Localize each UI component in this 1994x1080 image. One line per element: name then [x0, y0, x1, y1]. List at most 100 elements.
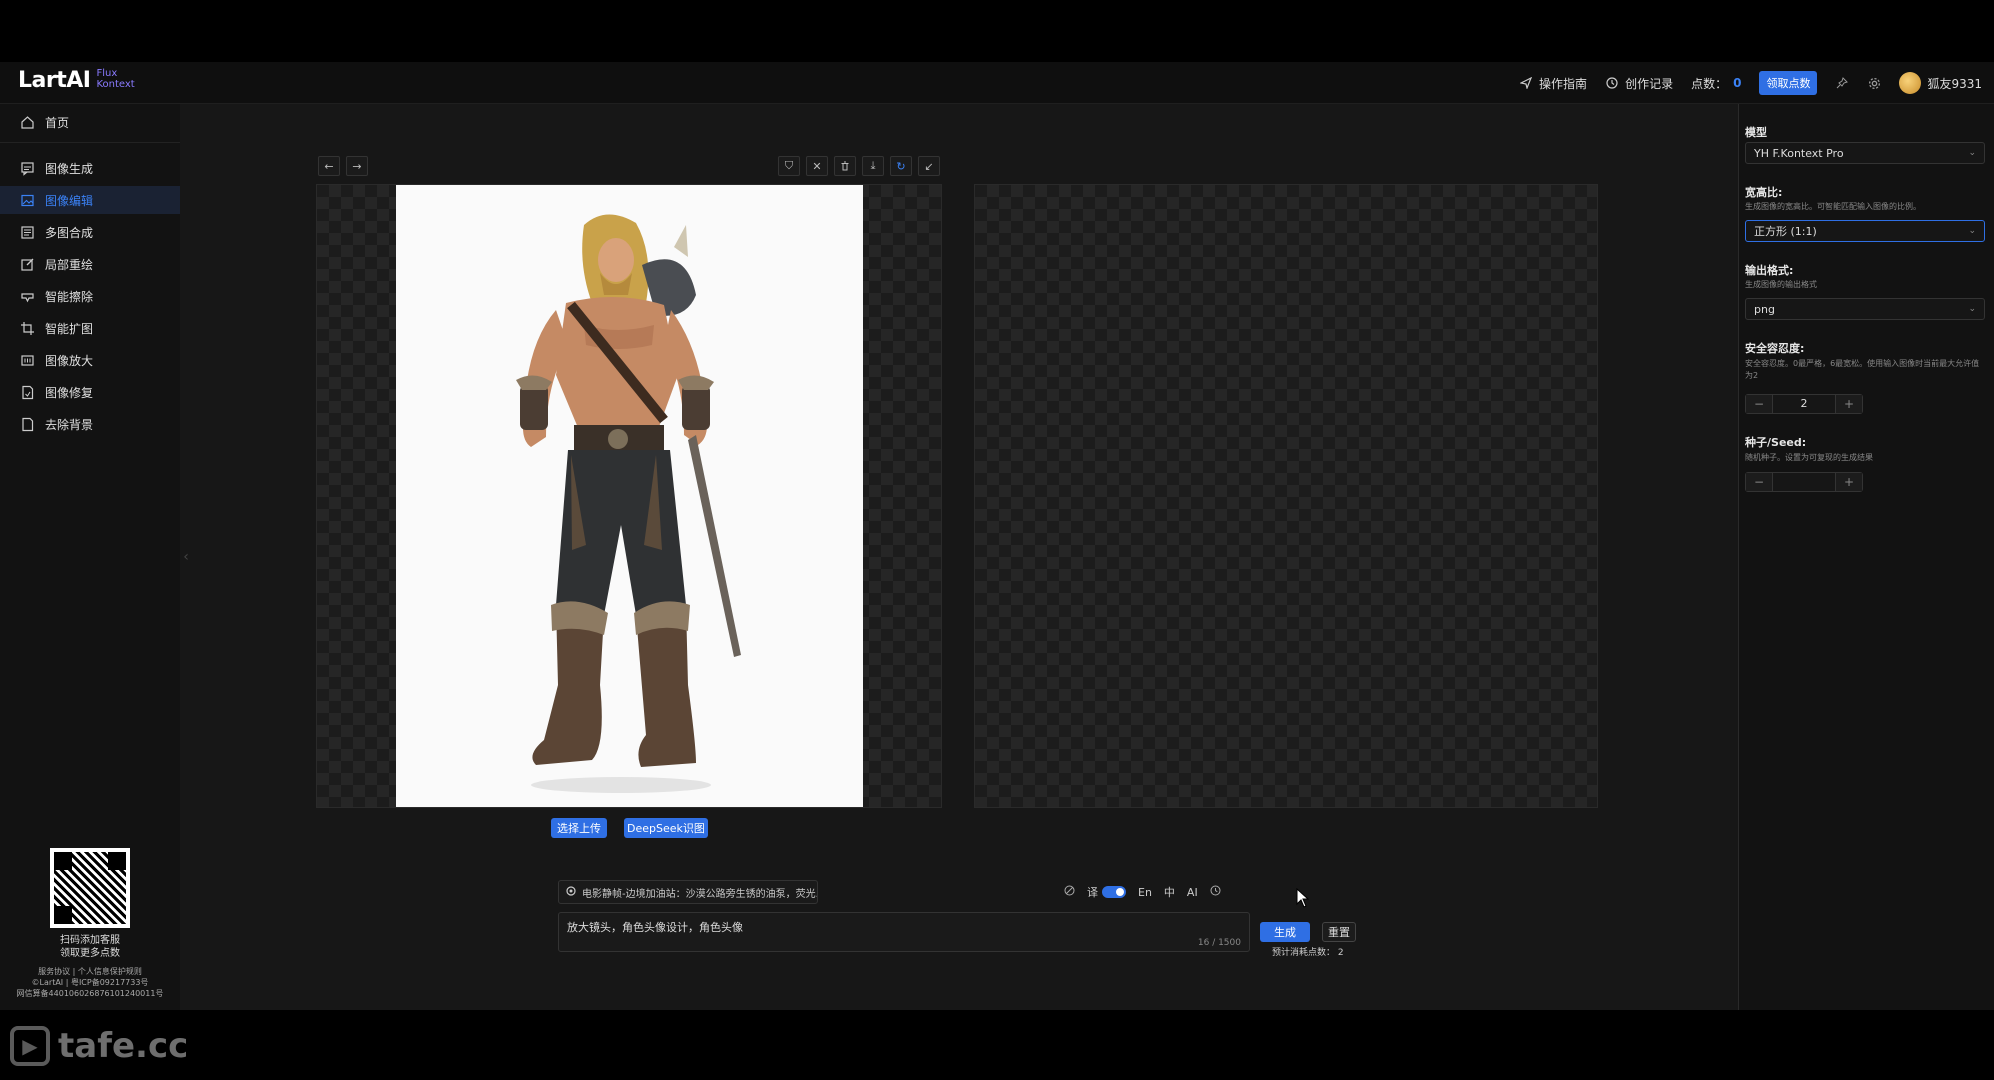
sidebar-item-upscale[interactable]: 图像放大: [0, 346, 180, 374]
seed-stepper[interactable]: − +: [1745, 472, 1863, 492]
logo-text: LartAI: [18, 68, 91, 93]
sidebar-item-image-edit[interactable]: 图像编辑: [0, 186, 180, 214]
upload-button[interactable]: 选择上传: [551, 818, 607, 838]
logo-subtitle: Flux Kontext: [96, 68, 134, 93]
username: 狐友9331: [1927, 76, 1982, 91]
plus-icon[interactable]: +: [1836, 473, 1862, 491]
viking-warrior-image: [396, 185, 863, 807]
history-link[interactable]: 创作记录: [1605, 75, 1673, 92]
sidebar-item-label: 图像生成: [45, 161, 94, 176]
collapse-arrow-icon[interactable]: ↙: [918, 156, 940, 176]
logo[interactable]: LartAI Flux Kontext: [18, 68, 135, 93]
multi-image-icon: [20, 225, 35, 240]
ai-button[interactable]: AI: [1187, 886, 1198, 899]
minus-icon[interactable]: −: [1746, 473, 1772, 491]
seed-value[interactable]: [1772, 473, 1836, 491]
crop-expand-icon: [20, 321, 35, 336]
history-label: 创作记录: [1625, 76, 1674, 91]
sidebar-item-multi-compose[interactable]: 多图合成: [0, 218, 180, 246]
seed-label: 种子/Seed:: [1745, 436, 1807, 449]
points-value: 0: [1733, 76, 1742, 90]
shield-icon[interactable]: ⛉: [778, 156, 800, 176]
app-window: LartAI Flux Kontext 操作指南 创作记录 点数： 0 领取点数…: [0, 62, 1994, 1010]
lang-zh-button[interactable]: 中: [1164, 884, 1175, 900]
letterbox-bottom: [0, 1010, 1994, 1080]
prompt-controls: 译 En 中 AI: [1064, 882, 1221, 902]
sidebar-item-smart-expand[interactable]: 智能扩图: [0, 314, 180, 342]
preset-text: 电影静帧-边境加油站：沙漠公路旁生锈的油泵，荧光...: [582, 888, 818, 900]
edit-square-icon: [20, 257, 35, 272]
gear-icon[interactable]: [1867, 76, 1881, 90]
sidebar-item-home[interactable]: 首页: [0, 108, 180, 136]
footer-agreement-link[interactable]: 服务协议 | 个人信息保护规则: [0, 966, 180, 977]
char-count: 16 / 1500: [1197, 938, 1241, 948]
upscale-icon: [20, 353, 35, 368]
sidebar-item-label: 智能擦除: [45, 289, 94, 304]
send-icon: [1519, 76, 1533, 90]
repair-doc-icon: [20, 385, 35, 400]
chevron-down-icon: ⌄: [1968, 304, 1976, 314]
undo-button[interactable]: ←: [318, 156, 340, 176]
reset-button[interactable]: 重置: [1322, 922, 1356, 942]
sidebar-item-label: 图像编辑: [45, 193, 94, 208]
sidebar-item-inpaint[interactable]: 局部重绘: [0, 250, 180, 278]
sidebar-item-label: 图像放大: [45, 353, 94, 368]
points-display: 点数： 0: [1691, 75, 1741, 92]
user-menu[interactable]: 狐友9331: [1899, 72, 1982, 94]
safety-value[interactable]: 2: [1772, 395, 1836, 413]
sidebar-item-label: 首页: [45, 115, 70, 130]
close-icon[interactable]: ✕: [806, 156, 828, 176]
sidebar-item-label: 图像修复: [45, 385, 94, 400]
result-image-panel: [974, 184, 1598, 808]
sidebar-item-remove-bg[interactable]: 去除背景: [0, 410, 180, 438]
sidebar: 首页 图像生成 图像编辑 多图合成 局部重绘 智能擦除 智能扩图 图像放大 图像…: [0, 104, 180, 1010]
estimated-cost: 预计消耗点数： 2: [1272, 945, 1344, 958]
clear-icon[interactable]: [1064, 885, 1075, 899]
sidebar-divider: [0, 142, 180, 143]
sidebar-item-label: 局部重绘: [45, 257, 94, 272]
ratio-select[interactable]: 正方形 (1:1) ⌄: [1745, 220, 1985, 242]
generate-button[interactable]: 生成: [1260, 922, 1310, 942]
lang-en-button[interactable]: En: [1138, 886, 1152, 899]
logo-sub-kontext: Kontext: [96, 79, 135, 90]
sidebar-item-label: 多图合成: [45, 225, 94, 240]
watermark: ▶ tafe.cc: [10, 1026, 188, 1066]
translate-toggle[interactable]: 译: [1087, 884, 1126, 900]
redo-button[interactable]: →: [346, 156, 368, 176]
points-label: 点数：: [1691, 76, 1728, 91]
sidebar-item-smart-erase[interactable]: 智能擦除: [0, 282, 180, 310]
sidebar-item-image-generate[interactable]: 图像生成: [0, 154, 180, 182]
prompt-preset-selector[interactable]: 电影静帧-边境加油站：沙漠公路旁生锈的油泵，荧光...: [558, 880, 818, 904]
format-description: 生成图像的输出格式: [1745, 280, 1817, 289]
pin-icon[interactable]: [1835, 76, 1849, 90]
qr-code: [50, 848, 130, 928]
safety-stepper[interactable]: − 2 +: [1745, 394, 1863, 414]
minus-icon[interactable]: −: [1746, 395, 1772, 413]
qr-caption-2: 领取更多点数: [60, 948, 120, 959]
sidebar-item-label: 智能扩图: [45, 321, 94, 336]
claim-points-button[interactable]: 领取点数: [1759, 71, 1818, 95]
refresh-icon[interactable]: ↻: [890, 156, 912, 176]
sidebar-item-repair[interactable]: 图像修复: [0, 378, 180, 406]
trash-icon[interactable]: [834, 156, 856, 176]
format-select[interactable]: png ⌄: [1745, 298, 1985, 320]
ratio-label: 宽高比:: [1745, 186, 1783, 199]
prompt-input[interactable]: 放大镜头，角色头像设计，角色头像 16 / 1500: [558, 912, 1250, 952]
plus-icon[interactable]: +: [1836, 395, 1862, 413]
sidebar-item-label: 去除背景: [45, 417, 94, 432]
cost-value: 2: [1337, 948, 1344, 958]
sidebar-collapse-handle[interactable]: ‹: [181, 542, 191, 572]
footer-algorithm-filing: 网信算备440106026876101240011号: [16, 989, 164, 998]
model-select[interactable]: YH F.Kontext Pro ⌄: [1745, 142, 1985, 164]
guide-link[interactable]: 操作指南: [1519, 75, 1587, 92]
translate-switch[interactable]: [1102, 886, 1126, 898]
download-icon[interactable]: ⤓: [862, 156, 884, 176]
deepseek-recognize-button[interactable]: DeepSeek识图: [624, 818, 708, 838]
history-icon[interactable]: [1210, 885, 1221, 899]
avatar: [1899, 72, 1922, 94]
translate-label: 译: [1087, 886, 1098, 899]
safety-description: 安全容忍度。0最严格，6最宽松。使用输入图像时当前最大允许值为2: [1745, 359, 1980, 380]
model-value: YH F.Kontext Pro: [1754, 146, 1844, 160]
preset-icon: [566, 885, 576, 899]
model-label: 模型: [1745, 126, 1767, 139]
